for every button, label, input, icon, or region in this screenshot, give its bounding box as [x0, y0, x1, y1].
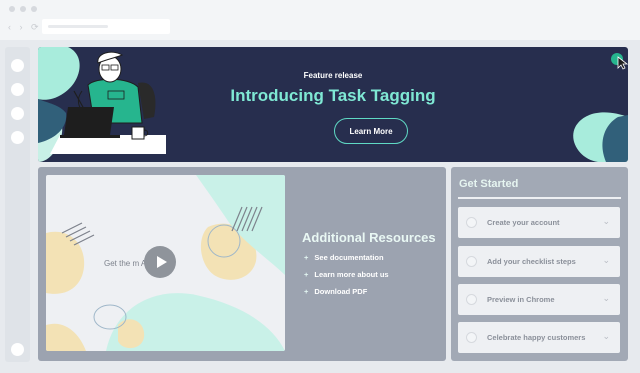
address-bar[interactable]	[42, 19, 170, 34]
checklist-item-preview[interactable]: Preview in Chrome ⌄	[458, 284, 620, 315]
get-started-panel: Get Started Create your account ⌄ Add yo…	[451, 167, 628, 361]
laptop-base	[60, 135, 120, 138]
resources-links: + See documentation + Learn more about us …	[304, 253, 389, 304]
sidebar-item-2[interactable]	[11, 83, 24, 96]
checklist-item-create-account[interactable]: Create your account ⌄	[458, 207, 620, 238]
checklist-radio[interactable]	[466, 294, 477, 305]
play-icon	[157, 256, 167, 268]
maximize-dot[interactable]	[31, 6, 37, 12]
resources-panel: Get the m Acme Co. Additional Resources …	[38, 167, 446, 361]
yellow-blob-bottom-left	[46, 323, 86, 351]
chevron-down-icon[interactable]: ⌄	[602, 293, 610, 304]
resource-link-label: See documentation	[314, 253, 384, 262]
checklist-label: Celebrate happy customers	[487, 333, 586, 342]
chevron-down-icon[interactable]: ⌄	[602, 331, 610, 342]
resource-link-label: Download PDF	[314, 287, 368, 296]
sidebar-item-3[interactable]	[11, 107, 24, 120]
yellow-blob-left	[46, 231, 85, 294]
address-placeholder	[48, 25, 108, 28]
nav-arrows-icon[interactable]: ‹ › ⟳	[8, 22, 42, 33]
banner-title: Introducing Task Tagging	[230, 86, 436, 105]
get-started-title: Get Started	[459, 178, 519, 190]
resource-link-docs[interactable]: + See documentation	[304, 253, 389, 270]
feature-banner: Feature release Introducing Task Tagging…	[38, 47, 628, 162]
coffee-mug	[131, 126, 145, 140]
resources-title: Additional Resources	[302, 230, 436, 245]
outline-circle-left	[93, 304, 127, 330]
close-dot[interactable]	[9, 6, 15, 12]
chevron-down-icon[interactable]: ⌄	[602, 255, 610, 266]
banner-kicker: Feature release	[303, 71, 363, 80]
checklist-label: Create your account	[487, 218, 560, 227]
laptop	[64, 107, 114, 135]
minimize-dot[interactable]	[20, 6, 26, 12]
checklist-radio[interactable]	[466, 217, 477, 228]
plus-icon: +	[304, 270, 309, 279]
sidebar-item-4[interactable]	[11, 131, 24, 144]
browser-chrome: ‹ › ⟳	[0, 0, 640, 40]
checklist-label: Add your checklist steps	[487, 257, 576, 266]
get-started-progress-bar	[458, 197, 621, 199]
plus-icon: +	[304, 287, 309, 296]
sidebar-item-1[interactable]	[11, 59, 24, 72]
window-controls	[9, 6, 37, 12]
resource-link-about[interactable]: + Learn more about us	[304, 270, 389, 287]
checklist-item-celebrate[interactable]: Celebrate happy customers ⌄	[458, 322, 620, 353]
resource-link-pdf[interactable]: + Download PDF	[304, 287, 389, 304]
plus-icon: +	[304, 253, 309, 262]
checklist-radio[interactable]	[466, 256, 477, 267]
checklist-label: Preview in Chrome	[487, 295, 555, 304]
checklist-radio[interactable]	[466, 332, 477, 343]
sidebar-item-profile[interactable]	[11, 343, 24, 356]
checklist-item-add-steps[interactable]: Add your checklist steps ⌄	[458, 246, 620, 277]
mouse-cursor-icon	[617, 56, 628, 70]
video-player[interactable]: Get the m Acme Co.	[46, 175, 285, 351]
app-sidebar	[5, 47, 30, 362]
chevron-down-icon[interactable]: ⌄	[602, 216, 610, 227]
resource-link-label: Learn more about us	[314, 270, 389, 279]
learn-more-button[interactable]: Learn More	[334, 118, 408, 144]
play-button[interactable]	[144, 246, 176, 278]
